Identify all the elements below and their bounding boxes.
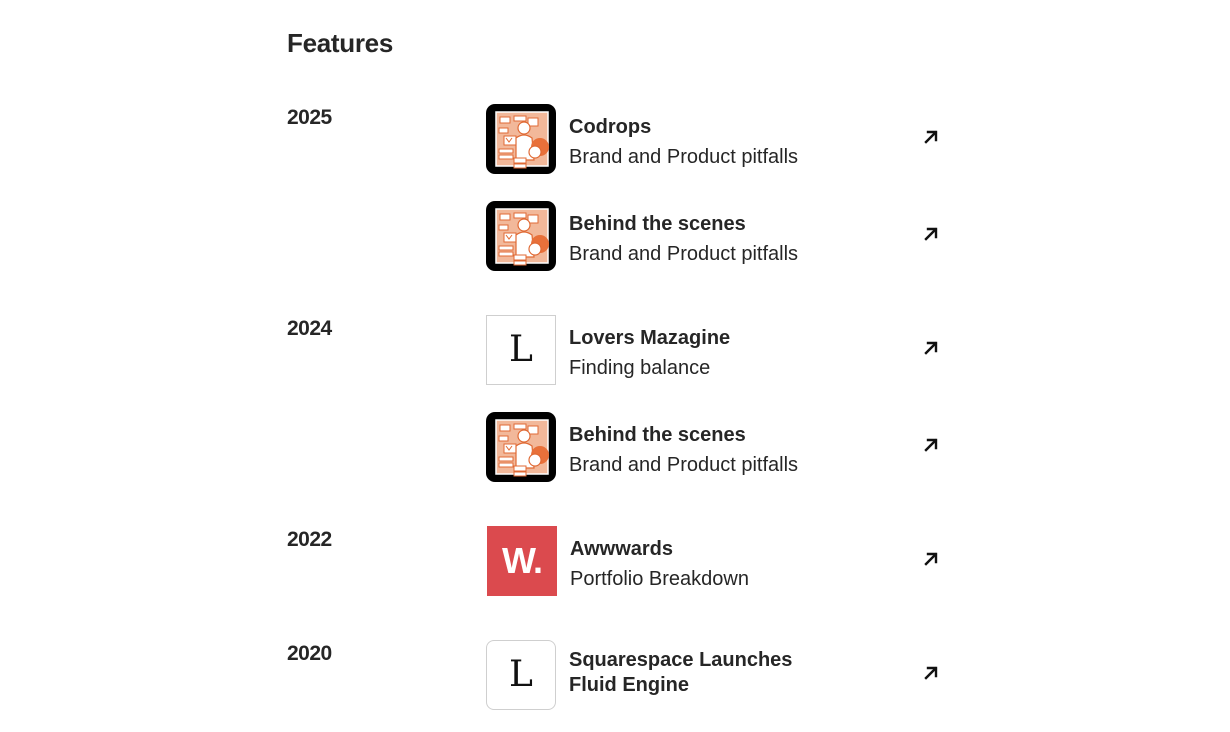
feature-link-behind-the-scenes[interactable]: Behind the scenes Brand and Product pitf… bbox=[486, 412, 946, 482]
feature-subtitle: Brand and Product pitfalls bbox=[569, 243, 799, 265]
awwwards-logo-text: W. bbox=[502, 540, 543, 581]
feature-link-behind-the-scenes[interactable]: Behind the scenes Brand and Product pitf… bbox=[486, 201, 946, 271]
illustration-thumbnail bbox=[486, 201, 556, 271]
awwwards-logo-thumbnail: W. bbox=[487, 526, 557, 596]
feature-title: Behind the scenes bbox=[569, 213, 746, 235]
year-label-2025: 2025 bbox=[287, 106, 332, 129]
feature-title-line-1: Squarespace Launches bbox=[569, 649, 793, 671]
feature-title: Lovers Mazagine bbox=[569, 327, 731, 349]
year-label-2020: 2020 bbox=[287, 642, 332, 665]
illustration-thumbnail bbox=[486, 412, 556, 482]
year-label-2024: 2024 bbox=[287, 317, 332, 340]
arrow-up-right-icon bbox=[922, 664, 940, 682]
letter-thumbnail: L bbox=[486, 640, 556, 710]
illustration-thumbnail bbox=[486, 104, 556, 174]
feature-subtitle: Finding balance bbox=[569, 357, 711, 379]
feature-title: Awwwards bbox=[570, 538, 673, 560]
feature-link-codrops[interactable]: Codrops Brand and Product pitfalls bbox=[486, 104, 946, 174]
arrow-up-right-icon bbox=[922, 339, 940, 357]
feature-subtitle: Brand and Product pitfalls bbox=[569, 146, 799, 168]
feature-link-squarespace[interactable]: L Squarespace Launches Fluid Engine bbox=[486, 640, 946, 710]
arrow-up-right-icon bbox=[922, 225, 940, 243]
arrow-up-right-icon bbox=[922, 436, 940, 454]
feature-subtitle: Brand and Product pitfalls bbox=[569, 454, 799, 476]
feature-link-awwwards[interactable]: W. Awwwards Portfolio Breakdown bbox=[486, 526, 946, 596]
feature-title: Behind the scenes bbox=[569, 424, 746, 446]
feature-link-lovers-mazagine[interactable]: L Lovers Mazagine Finding balance bbox=[486, 315, 946, 385]
feature-title: Codrops bbox=[569, 116, 652, 138]
letter-thumbnail: L bbox=[486, 315, 556, 385]
arrow-up-right-icon bbox=[922, 550, 940, 568]
feature-title-line-2: Fluid Engine bbox=[569, 674, 689, 696]
thumbnail-letter: L bbox=[509, 654, 533, 695]
arrow-up-right-icon bbox=[922, 128, 940, 146]
year-label-2022: 2022 bbox=[287, 528, 332, 551]
section-title: Features bbox=[287, 28, 393, 58]
feature-subtitle: Portfolio Breakdown bbox=[570, 568, 749, 590]
thumbnail-letter: L bbox=[509, 329, 533, 370]
